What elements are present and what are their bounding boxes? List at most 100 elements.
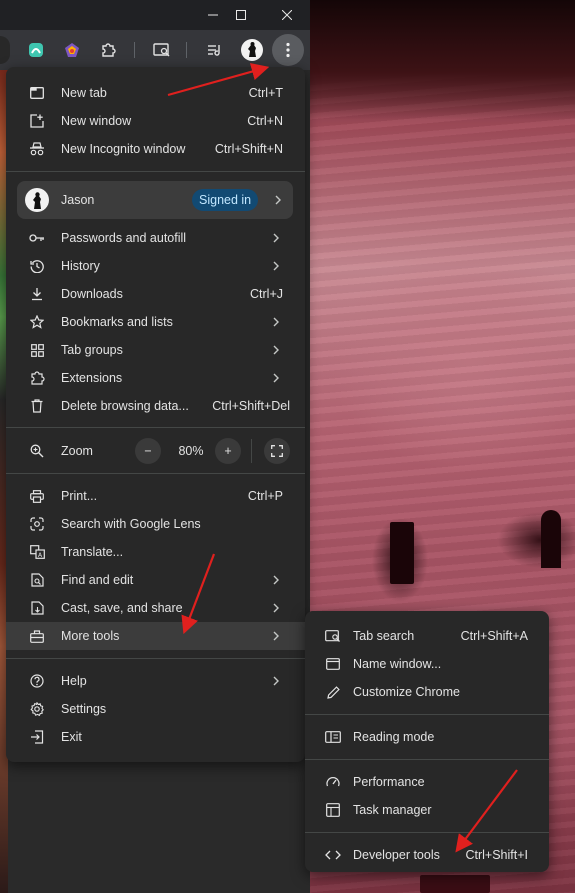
extension-app-button[interactable]: [24, 38, 48, 62]
menu-divider: [6, 473, 305, 474]
toolbar-separator: [134, 42, 135, 58]
chevron-right-icon: [271, 574, 281, 586]
menu-item-label: Delete browsing data...: [61, 399, 189, 413]
profile-button[interactable]: [240, 38, 264, 62]
menu-item-translate[interactable]: A Translate...: [6, 538, 305, 566]
fullscreen-icon: [271, 445, 283, 457]
reading-list-button[interactable]: [203, 38, 227, 62]
colorful-extension-icon: [65, 43, 79, 57]
key-icon: [29, 230, 45, 246]
wallpaper-sky: [310, 0, 575, 120]
task-manager-icon: [325, 802, 341, 818]
menu-divider: [305, 832, 549, 833]
zoom-out-button[interactable]: −: [135, 438, 161, 464]
extension-app-icon: [29, 43, 43, 57]
gear-icon: [29, 701, 45, 717]
menu-item-label: New window: [61, 114, 132, 128]
print-icon: [29, 488, 45, 504]
close-window-button[interactable]: [264, 0, 310, 30]
submenu-item-name-window[interactable]: Name window...: [305, 650, 549, 678]
submenu-item-task-manager[interactable]: Task manager: [305, 796, 549, 824]
colorful-extension-button[interactable]: [60, 38, 84, 62]
chevron-right-icon: [271, 260, 281, 272]
menu-item-shortcut: Ctrl+T: [248, 86, 283, 100]
title-bar: [0, 0, 310, 30]
wallpaper-shadow: [420, 875, 490, 893]
menu-item-label: Settings: [61, 702, 107, 716]
menu-item-profile[interactable]: Jason Signed in: [17, 181, 293, 219]
menu-item-label: Passwords and autofill: [61, 231, 187, 245]
menu-item-extensions[interactable]: Extensions: [6, 364, 305, 392]
menu-item-label: Print...: [61, 489, 98, 503]
submenu-item-customize-chrome[interactable]: Customize Chrome: [305, 678, 549, 706]
menu-item-tab-groups[interactable]: Tab groups: [6, 336, 305, 364]
submenu-item-performance[interactable]: Performance: [305, 768, 549, 796]
menu-item-downloads[interactable]: Downloads Ctrl+J: [6, 280, 305, 308]
minus-icon: −: [144, 444, 152, 458]
menu-item-help[interactable]: Help: [6, 667, 305, 695]
menu-item-bookmarks[interactable]: Bookmarks and lists: [6, 308, 305, 336]
menu-item-exit[interactable]: Exit: [6, 723, 305, 751]
menu-item-print[interactable]: Print... Ctrl+P: [6, 482, 305, 510]
menu-item-new-tab[interactable]: New tab Ctrl+T: [6, 79, 305, 107]
profile-name: Jason: [61, 193, 95, 207]
menu-item-shortcut: Ctrl+J: [250, 287, 283, 301]
find-icon: [29, 572, 45, 588]
menu-item-delete-data[interactable]: Delete browsing data... Ctrl+Shift+Del: [6, 392, 305, 420]
fullscreen-button[interactable]: [264, 438, 290, 464]
download-icon: [29, 286, 45, 302]
trash-icon: [29, 398, 45, 414]
menu-item-label: Tab groups: [61, 343, 123, 357]
menu-item-settings[interactable]: Settings: [6, 695, 305, 723]
chevron-right-icon: [271, 372, 281, 384]
tab-search-icon: [153, 43, 170, 57]
menu-item-more-tools[interactable]: More tools: [6, 622, 305, 650]
signed-in-badge: Signed in: [192, 189, 259, 211]
zoom-in-button[interactable]: +: [215, 438, 241, 464]
menu-item-passwords[interactable]: Passwords and autofill: [6, 224, 305, 252]
minimize-icon: [208, 14, 218, 16]
help-icon: [29, 673, 45, 689]
chevron-right-icon: [271, 232, 281, 244]
menu-item-label: Extensions: [61, 371, 123, 385]
zoom-separator: [251, 439, 252, 463]
toolbar-separator: [186, 42, 187, 58]
more-tools-submenu: Tab search Ctrl+Shift+A Name window... C…: [305, 611, 549, 872]
menu-item-label: Task manager: [353, 803, 432, 817]
code-icon: [325, 847, 341, 863]
puzzle-icon: [29, 370, 45, 386]
menu-item-new-incognito[interactable]: New Incognito window Ctrl+Shift+N: [6, 135, 305, 163]
menu-item-cast-save-share[interactable]: Cast, save, and share: [6, 594, 305, 622]
incognito-icon: [29, 141, 45, 157]
menu-item-new-window[interactable]: New window Ctrl+N: [6, 107, 305, 135]
menu-item-shortcut: Ctrl+N: [247, 114, 283, 128]
chevron-right-icon: [271, 675, 281, 687]
menu-item-label: Translate...: [61, 545, 124, 559]
menu-item-google-lens[interactable]: Search with Google Lens: [6, 510, 305, 538]
menu-item-label: Find and edit: [61, 573, 134, 587]
more-menu-icon: [286, 42, 290, 58]
maximize-icon: [236, 10, 246, 20]
zoom-level: 80%: [178, 444, 204, 458]
browser-toolbar: [0, 30, 310, 70]
submenu-item-reading-mode[interactable]: Reading mode: [305, 723, 549, 751]
menu-item-label: Search with Google Lens: [61, 517, 201, 531]
extensions-button[interactable]: [96, 38, 120, 62]
zoom-icon: [29, 443, 45, 459]
menu-item-label: Cast, save, and share: [61, 601, 183, 615]
submenu-item-developer-tools[interactable]: Developer tools Ctrl+Shift+I: [305, 841, 549, 869]
submenu-item-tab-search[interactable]: Tab search Ctrl+Shift+A: [305, 622, 549, 650]
menu-item-find-edit[interactable]: Find and edit: [6, 566, 305, 594]
menu-item-label: Bookmarks and lists: [61, 315, 173, 329]
tab-search-button[interactable]: [150, 38, 174, 62]
maximize-button[interactable]: [218, 0, 264, 30]
chrome-main-menu: New tab Ctrl+T New window Ctrl+N New Inc…: [6, 67, 305, 762]
save-page-icon: [29, 600, 45, 616]
menu-item-label: New tab: [61, 86, 107, 100]
more-menu-button[interactable]: [272, 34, 304, 66]
new-tab-icon: [29, 85, 45, 101]
chevron-right-icon: [271, 344, 281, 356]
new-window-icon: [29, 113, 45, 129]
menu-divider: [305, 759, 549, 760]
menu-item-history[interactable]: History: [6, 252, 305, 280]
